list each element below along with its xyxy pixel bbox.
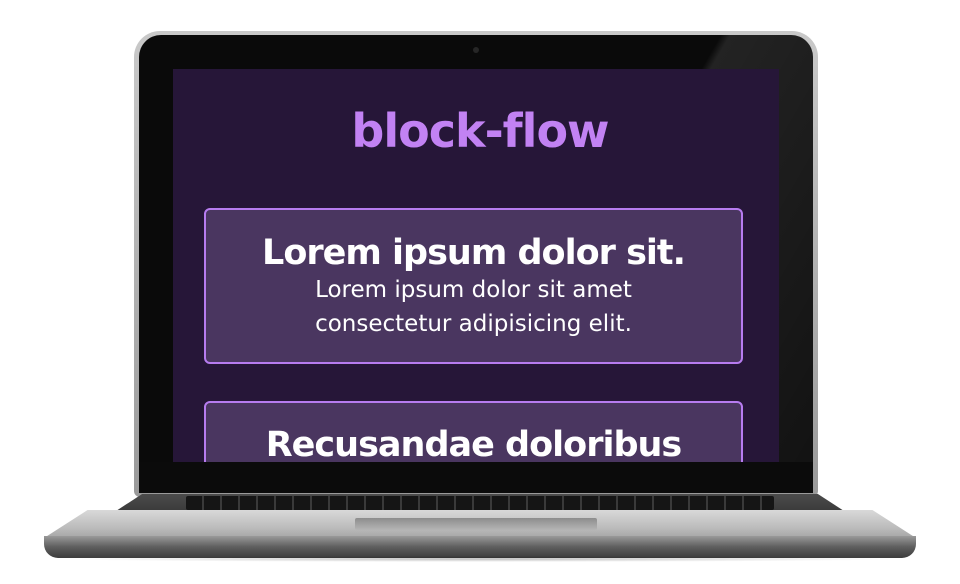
screen: block-flow Lorem ipsum dolor sit. Lorem … bbox=[173, 69, 779, 462]
card-heading: Recusandae doloribus bbox=[265, 425, 683, 462]
laptop-mockup: block-flow Lorem ipsum dolor sit. Lorem … bbox=[0, 0, 960, 584]
trackpad bbox=[355, 518, 597, 530]
keyboard bbox=[186, 496, 774, 510]
lid-chin bbox=[139, 462, 813, 493]
laptop-shadow bbox=[60, 556, 900, 562]
laptop-base-front bbox=[44, 536, 916, 558]
page-title: block-flow bbox=[351, 104, 609, 158]
camera-icon bbox=[473, 47, 479, 53]
content-card: Lorem ipsum dolor sit. Lorem ipsum dolor… bbox=[204, 208, 743, 364]
content-card: Recusandae doloribus bbox=[204, 401, 743, 462]
card-body: Lorem ipsum dolor sit amet consectetur a… bbox=[315, 277, 632, 337]
card-heading: Lorem ipsum dolor sit. bbox=[262, 233, 686, 273]
